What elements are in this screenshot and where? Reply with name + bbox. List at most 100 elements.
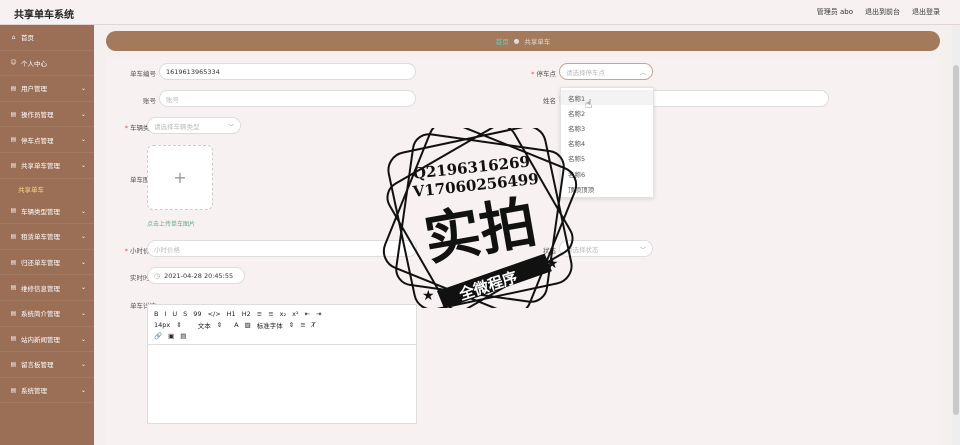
clock-icon: ◷ bbox=[154, 271, 161, 280]
sidebar: ⌂ 首页 ☺ 个人中心 ▤ 用户管理 ⌄ ▤ 操作员管理 ⌄ ▤ 停车点管理 ⌄ ▤ 共享单车管理 ⌄ 共享单车… bbox=[0, 25, 94, 445]
editor-tool-button[interactable]: H1 bbox=[227, 310, 236, 318]
list-icon: ▤ bbox=[10, 136, 17, 144]
breadcrumb-separator: ● bbox=[513, 37, 520, 45]
sidebar-item-label: 车辆类型管理 bbox=[21, 207, 60, 216]
video-icon[interactable]: ▤ bbox=[180, 332, 186, 340]
editor-toolbar-row: 🔗 ▣ ▤ bbox=[154, 330, 410, 341]
chevron-down-icon: ⌄ bbox=[80, 85, 86, 93]
align-icon[interactable]: ≡ bbox=[300, 321, 305, 329]
sidebar-item-label: 系统简介管理 bbox=[21, 310, 60, 319]
font-family-select[interactable]: 标准字体 bbox=[257, 320, 283, 330]
chevron-down-icon: ⌄ bbox=[80, 110, 86, 118]
list-icon: ▤ bbox=[10, 360, 17, 368]
bike-no-field[interactable]: 1619613965334 bbox=[159, 63, 416, 80]
sidebar-item-label: 共享单车管理 bbox=[21, 162, 60, 171]
sidebar-item-label: 留言板管理 bbox=[21, 361, 54, 370]
stamp-watermark: Q2196316269 V17060256499 实拍 全微程序 ★ ★ bbox=[382, 128, 578, 308]
sidebar-item[interactable]: ▤ 归还单车管理 ⌄ bbox=[0, 250, 94, 276]
sidebar-item[interactable]: 共享单车 bbox=[0, 179, 94, 199]
list-icon: ▤ bbox=[10, 284, 17, 292]
sidebar-item[interactable]: ▤ 站内新闻管理 ⌄ bbox=[0, 327, 94, 353]
sidebar-item-label: 个人中心 bbox=[21, 59, 47, 68]
chevron-down-icon: ⌄ bbox=[80, 386, 86, 394]
font-size-select[interactable]: 14px bbox=[154, 321, 170, 329]
logout-link[interactable]: 退出登录 bbox=[912, 7, 940, 17]
breadcrumb-current: 共享单车 bbox=[524, 38, 551, 46]
scroll-thumb[interactable] bbox=[953, 65, 959, 415]
time-value: 2021-04-28 20:45:55 bbox=[164, 271, 234, 280]
editor-tool-button[interactable]: x² bbox=[292, 310, 298, 318]
editor-tool-button[interactable]: I bbox=[164, 310, 166, 318]
app-title: 共享单车系统 bbox=[14, 10, 74, 21]
editor-tool-button[interactable]: H2 bbox=[242, 310, 251, 318]
sidebar-item[interactable]: ▤ 维修信息管理 ⌄ bbox=[0, 275, 94, 301]
account-field[interactable]: 账号 bbox=[159, 90, 416, 107]
editor-toolbar: B I U S 99 </> H1 H2 ≡ ≡ x₂ x² ⇤ ⇥ 14px ⇕ 文本 ⇕ A ▨ 标准字体… bbox=[148, 305, 416, 345]
exit-to-front-link[interactable]: 退出到前台 bbox=[865, 7, 900, 17]
editor-tool-button[interactable]: ⇤ bbox=[305, 310, 310, 318]
sidebar-item[interactable]: ▤ 操作员管理 ⌄ bbox=[0, 102, 94, 128]
sidebar-item[interactable]: ▤ 共享单车管理 ⌄ bbox=[0, 153, 94, 179]
editor-tool-button[interactable]: x₂ bbox=[280, 310, 286, 318]
sidebar-item[interactable]: ▤ 租赁单车管理 ⌄ bbox=[0, 224, 94, 250]
chevron-down-icon: ⌄ bbox=[80, 258, 86, 266]
type-placeholder: 请选择车辆类型 bbox=[154, 122, 200, 131]
sidebar-item[interactable]: ▤ 停车点管理 ⌄ bbox=[0, 127, 94, 153]
chevron-down-icon: ⌄ bbox=[80, 161, 86, 169]
editor-tool-button[interactable]: B bbox=[154, 310, 158, 318]
sidebar-item[interactable]: ☺ 个人中心 bbox=[0, 51, 94, 77]
list-icon: ▤ bbox=[10, 161, 17, 169]
user-icon: ☺ bbox=[10, 59, 17, 67]
top-bar: 共享单车系统 管理员 abo 退出到前台 退出登录 bbox=[0, 0, 960, 25]
editor-tool-button[interactable]: ≡ bbox=[268, 310, 273, 318]
rich-text-editor[interactable]: B I U S 99 </> H1 H2 ≡ ≡ x₂ x² ⇤ ⇥ 14px ⇕ 文本 ⇕ A ▨ 标准字体… bbox=[147, 304, 417, 424]
editor-tool-button[interactable]: U bbox=[172, 310, 177, 318]
chevron-down-icon: ⌄ bbox=[80, 284, 86, 292]
editor-tool-button[interactable]: 99 bbox=[193, 310, 201, 318]
sidebar-item-label: 站内新闻管理 bbox=[21, 335, 60, 344]
sidebar-item[interactable]: ▤ 用户管理 ⌄ bbox=[0, 76, 94, 102]
editor-tool-button[interactable]: ≡ bbox=[257, 310, 262, 318]
stamp-big-text: 实拍 bbox=[420, 190, 542, 273]
image-icon[interactable]: ▣ bbox=[168, 332, 174, 340]
text-style-select[interactable]: 文本 bbox=[198, 320, 211, 330]
upload-tip[interactable]: 点击上传单车图片 bbox=[147, 219, 195, 228]
list-icon: ▤ bbox=[10, 386, 17, 394]
breadcrumb-home[interactable]: 首页 bbox=[496, 36, 509, 46]
sidebar-item[interactable]: ⌂ 首页 bbox=[0, 25, 94, 51]
dropdown-option[interactable]: 名称2 bbox=[561, 105, 653, 120]
chevron-down-icon: ⌄ bbox=[80, 136, 86, 144]
chevron-down-icon: ⌄ bbox=[80, 309, 86, 317]
sidebar-item[interactable]: ▤ 车辆类型管理 ⌄ bbox=[0, 199, 94, 225]
page-scrollbar[interactable] bbox=[952, 25, 960, 445]
sidebar-item[interactable]: ▤ 系统管理 ⌄ bbox=[0, 378, 94, 404]
background-color-icon[interactable]: ▨ bbox=[245, 321, 251, 329]
dropdown-option[interactable]: 名称1 bbox=[561, 90, 653, 106]
editor-tool-button[interactable]: ⇥ bbox=[316, 310, 321, 318]
list-icon: ▤ bbox=[10, 84, 17, 92]
link-icon[interactable]: 🔗 bbox=[154, 332, 162, 340]
sidebar-item[interactable]: ▤ 留言板管理 ⌄ bbox=[0, 352, 94, 378]
chevron-down-icon: ⌄ bbox=[80, 361, 86, 369]
parking-placeholder: 请选择停车点 bbox=[566, 68, 605, 77]
list-icon: ▤ bbox=[10, 232, 17, 240]
chevron-down-icon: ⌄ bbox=[80, 233, 86, 241]
parking-select[interactable]: 请选择停车点 ︿ bbox=[559, 63, 653, 80]
top-links: 管理员 abo 退出到前台 退出登录 bbox=[817, 7, 940, 17]
clear-format-icon[interactable]: T̸ bbox=[312, 321, 316, 329]
editor-tool-button[interactable]: S bbox=[183, 310, 187, 318]
sidebar-item-label: 维修信息管理 bbox=[21, 284, 60, 293]
hand-cursor-icon: ☝ bbox=[585, 97, 593, 111]
sidebar-item[interactable]: ▤ 系统简介管理 ⌄ bbox=[0, 301, 94, 327]
star-icon: ★ bbox=[546, 256, 559, 272]
sidebar-item-label: 系统管理 bbox=[21, 387, 47, 396]
time-field[interactable]: ◷ 2021-04-28 20:45:55 bbox=[147, 267, 245, 284]
image-upload-box[interactable]: + bbox=[147, 145, 213, 210]
type-select[interactable]: 请选择车辆类型 ﹀ bbox=[147, 117, 241, 134]
editor-tool-button[interactable]: </> bbox=[208, 310, 221, 318]
list-icon: ▤ bbox=[10, 110, 17, 118]
font-color-icon[interactable]: A bbox=[234, 321, 238, 329]
parking-label: * 停车点 bbox=[531, 70, 556, 78]
chevron-down-icon: ⌄ bbox=[80, 335, 86, 343]
breadcrumb: 首页 ● 共享单车 bbox=[106, 31, 940, 51]
